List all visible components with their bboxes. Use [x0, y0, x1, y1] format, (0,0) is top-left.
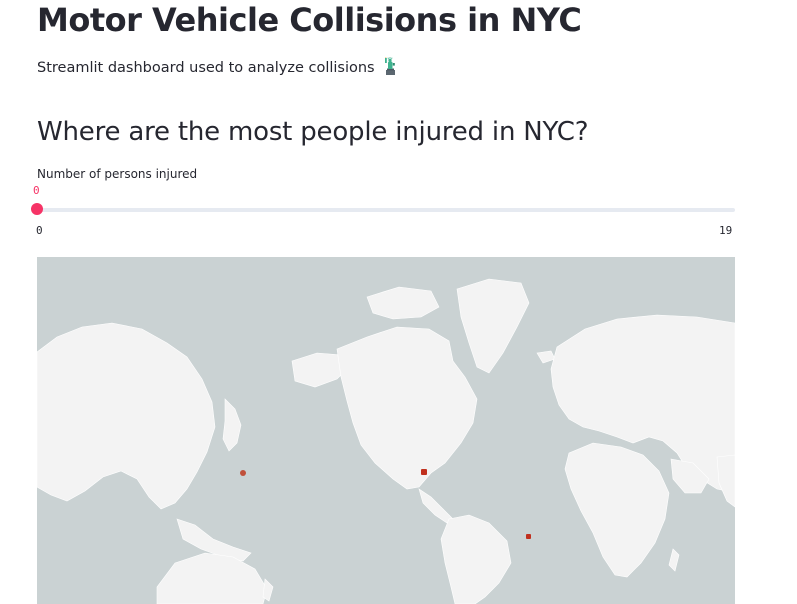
- page-subtitle: Streamlit dashboard used to analyze coll…: [37, 56, 397, 82]
- section-heading: Where are the most people injured in NYC…: [37, 117, 589, 147]
- slider-label: Number of persons injured: [37, 167, 198, 181]
- world-map[interactable]: [37, 257, 735, 604]
- slider-track[interactable]: [37, 208, 735, 212]
- subtitle-text: Streamlit dashboard used to analyze coll…: [37, 60, 375, 76]
- collision-point[interactable]: [421, 469, 427, 475]
- slider-thumb[interactable]: [31, 203, 43, 215]
- slider-current-value: 0: [33, 184, 40, 197]
- collision-point[interactable]: [526, 534, 531, 539]
- page-title: Motor Vehicle Collisions in NYC: [37, 1, 582, 39]
- map-canvas[interactable]: [37, 257, 735, 604]
- slider-min-label: 0: [36, 224, 43, 237]
- app-page: Motor Vehicle Collisions in NYC Streamli…: [0, 0, 797, 604]
- slider-max-label: 19: [719, 224, 733, 237]
- statue-of-liberty-icon: [383, 56, 397, 82]
- collision-point[interactable]: [240, 470, 246, 476]
